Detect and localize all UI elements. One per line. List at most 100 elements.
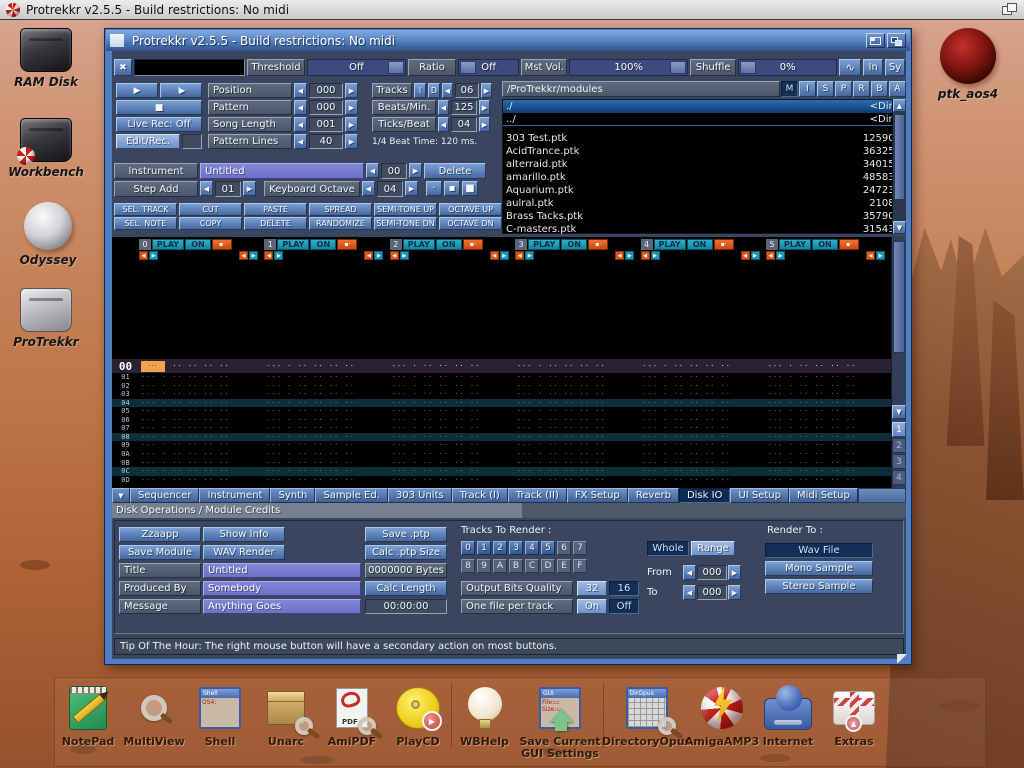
file-entry[interactable]: alterraid.ptk340157 xyxy=(503,158,905,171)
keyboard-octave-decrement[interactable] xyxy=(362,181,375,196)
pattern-cell[interactable]: --- · ·· ·· ·· ·· xyxy=(264,407,389,416)
file-entry[interactable]: ../<Dir> xyxy=(503,113,905,126)
desktop-icon-protrekkr[interactable]: ProTrekkr xyxy=(8,288,84,349)
desktop-icon-workbench[interactable]: Workbench xyxy=(8,118,84,179)
pattern-cell[interactable]: --- · ·· ·· ·· ·· xyxy=(766,373,891,382)
ratio-slider[interactable]: Off xyxy=(458,59,520,76)
pattern-cell[interactable]: --- · ·· ·· ·· ·· xyxy=(264,416,389,425)
pattern-cell[interactable]: --- · ·· ·· ·· ·· xyxy=(515,467,640,476)
track-prev-icon[interactable]: ◀ xyxy=(364,251,373,260)
filter-r-button[interactable]: R xyxy=(853,81,870,97)
pattern-cell[interactable]: --- · ·· ·· ·· ·· xyxy=(766,441,891,450)
tab-reverb[interactable]: Reverb xyxy=(628,488,679,503)
pattern-page-button-4[interactable]: 4 xyxy=(892,470,906,485)
master-volume-slider-handle[interactable] xyxy=(670,61,686,74)
track-next-icon[interactable]: ▶ xyxy=(876,251,885,260)
show-info-button[interactable]: Show Info xyxy=(203,527,285,542)
dock-item-playcd[interactable]: ▶PlayCD xyxy=(385,683,451,748)
track-record-button[interactable]: ▪· xyxy=(714,239,734,250)
pattern-cell[interactable]: --- · ·· ·· ·· ·· xyxy=(515,459,640,468)
instrument-decrement[interactable] xyxy=(366,163,379,178)
shuffle-slider-handle[interactable] xyxy=(740,61,756,74)
pattern-cell[interactable]: --- · ·· ·· ·· ·· xyxy=(640,459,765,468)
file-entry[interactable]: amarillo.ptk485835 xyxy=(503,171,905,184)
pattern-cell[interactable]: --- · ·· ·· ·· ·· xyxy=(766,424,891,433)
pattern-cell[interactable]: --- · ·· ·· ·· ·· xyxy=(390,362,515,370)
tab-midi-setup[interactable]: Midi Setup xyxy=(789,488,858,503)
instrument-increment[interactable] xyxy=(409,163,422,178)
master-volume-slider[interactable]: 100% xyxy=(569,59,688,76)
wav-render-button[interactable]: WAV Render xyxy=(203,545,285,560)
pattern-cell[interactable]: --- · ·· ·· ·· ·· xyxy=(264,390,389,399)
track-shrink-icon[interactable]: ◀ xyxy=(264,251,273,260)
render-to-mono-sample-button[interactable]: Mono Sample xyxy=(765,561,873,576)
threshold-slider-handle[interactable] xyxy=(388,61,404,74)
from-decrement[interactable] xyxy=(683,565,696,580)
ticks-decrement[interactable] xyxy=(438,117,449,132)
pattern-cell[interactable]: --- · ·· ·· ·· ·· xyxy=(766,476,891,485)
pattern-cell[interactable]: --- · ·· ·· ·· ·· xyxy=(139,441,264,450)
window-resize-gadget[interactable] xyxy=(897,654,910,663)
pattern-cell[interactable]: --- · ·· ·· ·· ·· xyxy=(515,362,640,370)
pattern-cell[interactable]: --- · ·· ·· ·· ·· xyxy=(515,450,640,459)
semi-tone-up-button[interactable]: SEMI-TONE UP xyxy=(374,203,437,216)
step-add-decrement[interactable] xyxy=(200,181,213,196)
randomize-button[interactable]: RANDOMIZE xyxy=(309,217,372,230)
pattern-lines-decrement[interactable] xyxy=(294,134,307,149)
file-entry[interactable]: Aquarium.ptk247232 xyxy=(503,184,905,197)
pattern-cell[interactable]: --- · ·· ·· ·· ·· xyxy=(264,441,389,450)
pattern-cell[interactable]: --- · ·· ·· ·· ·· xyxy=(264,424,389,433)
render-track-8-button[interactable]: 8 xyxy=(461,559,475,573)
position-increment[interactable] xyxy=(345,83,358,98)
pattern-cell[interactable]: --- · ·· ·· ·· ·· xyxy=(139,467,264,476)
pattern-cell[interactable]: --- · ·· ·· ·· ·· xyxy=(264,373,389,382)
dock-item-shell[interactable]: ShellOS4:Shell xyxy=(187,683,253,748)
pattern-cell[interactable]: --- · ·· ·· ·· ·· xyxy=(264,362,389,370)
pattern-cell[interactable]: --- · ·· ·· ·· ·· xyxy=(766,399,891,408)
pattern-cell[interactable]: --- · ·· ·· ·· ·· xyxy=(264,476,389,485)
pattern-cell[interactable]: --- · ·· ·· ·· ·· xyxy=(515,407,640,416)
track-next-icon[interactable]: ▶ xyxy=(374,251,383,260)
pattern-page-button-3[interactable]: 3 xyxy=(892,454,906,469)
edit-rec-button[interactable]: Edit/Rec. xyxy=(116,134,180,149)
shuffle-slider[interactable]: 0% xyxy=(738,59,837,76)
pattern-cell[interactable]: --- · ·· ·· ·· ·· xyxy=(515,441,640,450)
bpm-increment[interactable] xyxy=(479,100,490,115)
file-entry[interactable]: Brass Tacks.ptk357907 xyxy=(503,210,905,223)
pattern-cell[interactable]: --- · ·· ·· ·· ·· xyxy=(390,459,515,468)
track-prev-icon[interactable]: ◀ xyxy=(741,251,750,260)
track-insert-button[interactable]: I xyxy=(414,83,426,98)
pattern-font-size-button-2[interactable]: ■ xyxy=(462,181,478,196)
file-list-scroll-thumb[interactable] xyxy=(894,114,905,200)
song-length-increment[interactable] xyxy=(345,117,358,132)
pattern-cell[interactable]: --- · ·· ·· ·· ·· xyxy=(390,382,515,391)
pattern-cell[interactable]: --- · ·· ·· ·· ·· xyxy=(264,433,389,442)
render-track-4-button[interactable]: 4 xyxy=(525,541,539,555)
pattern-cell[interactable]: --- · ·· ·· ·· ·· xyxy=(139,399,264,408)
pattern-cell[interactable]: --- · ·· ·· ·· ·· xyxy=(515,399,640,408)
pattern-cell[interactable]: --- · ·· ·· ·· ·· xyxy=(515,433,640,442)
zap-name-input[interactable] xyxy=(134,59,245,76)
step-add-increment[interactable] xyxy=(243,181,256,196)
collapse-panel-icon[interactable] xyxy=(112,488,130,503)
tab-sample-ed[interactable]: Sample Ed. xyxy=(315,488,388,503)
pattern-scroll-down-icon[interactable] xyxy=(892,405,906,419)
dock-item-save-current-gui-settings[interactable]: GUIFile:▭Size:▭Save Current GUI Settings xyxy=(517,683,603,760)
zzaapp-button[interactable]: Zzaapp xyxy=(119,527,201,542)
file-list-scrollbar[interactable] xyxy=(892,99,906,234)
pattern-cell[interactable]: --- · ·· ·· ·· ·· xyxy=(515,382,640,391)
browser-path[interactable]: /ProTrekkr/modules xyxy=(502,81,780,97)
render-track-0-button[interactable]: 0 xyxy=(461,541,475,555)
render-whole-button[interactable]: Whole xyxy=(647,541,689,556)
pattern-cell[interactable]: --- · ·· ·· ·· ·· xyxy=(390,373,515,382)
track-record-button[interactable]: ▪· xyxy=(839,239,859,250)
dock-item-amigaamp3[interactable]: AmigaAMP3 xyxy=(689,683,755,748)
track-shrink-icon[interactable]: ◀ xyxy=(515,251,524,260)
pattern-lines-increment[interactable] xyxy=(345,134,358,149)
pattern-cell[interactable]: --- · ·· ·· ·· ·· xyxy=(515,416,640,425)
render-track-a-button[interactable]: A xyxy=(493,559,507,573)
track-on-button[interactable]: ON xyxy=(436,239,462,250)
file-entry[interactable]: AcidTrance.ptk363252 xyxy=(503,145,905,158)
pattern-cell[interactable]: --- · ·· ·· ·· ·· xyxy=(640,407,765,416)
save-module-button[interactable]: Save Module xyxy=(119,545,201,560)
